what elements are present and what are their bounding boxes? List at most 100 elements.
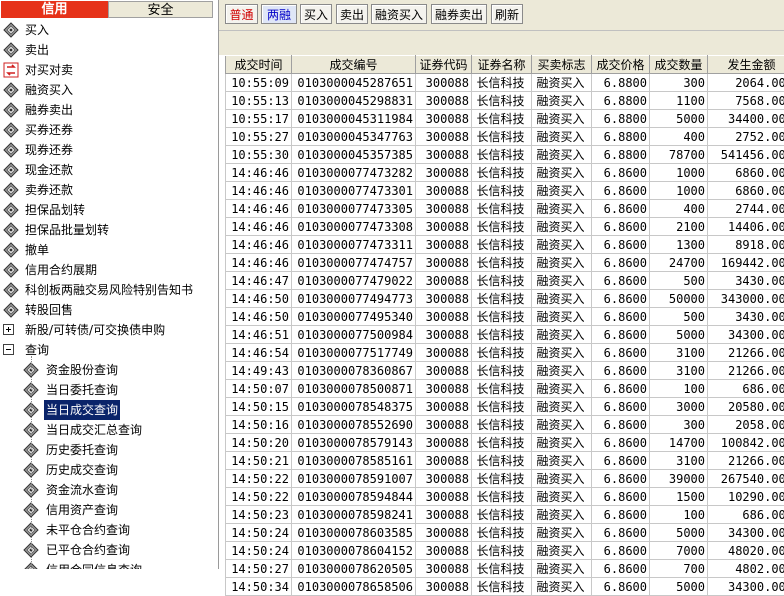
table-row[interactable]: 14:46:460103000077473305300088长信科技融资买入6.… xyxy=(226,200,784,218)
margin-buy-button[interactable]: 融资买入 xyxy=(371,4,427,24)
tree-item-26[interactable]: 已平仓合约查询 xyxy=(0,540,218,560)
tree-item-8[interactable]: 卖券还款 xyxy=(0,180,218,200)
refresh-button[interactable]: 刷新 xyxy=(491,4,523,24)
table-cell: 融资买入 xyxy=(532,452,592,470)
table-cell: 6860.000 xyxy=(708,182,784,200)
table-row[interactable]: 14:46:510103000077500984300088长信科技融资买入6.… xyxy=(226,326,784,344)
tab-credit[interactable]: 信用 xyxy=(1,1,108,18)
table-cell: 10290.000 xyxy=(708,488,784,506)
column-header[interactable]: 成交时间 xyxy=(226,56,292,74)
table-row[interactable]: 14:49:430103000078360867300088长信科技融资买入6.… xyxy=(226,362,784,380)
table-cell: 7568.000 xyxy=(708,92,784,110)
table-cell: 长信科技 xyxy=(472,524,532,542)
table-row[interactable]: 14:50:220103000078594844300088长信科技融资买入6.… xyxy=(226,488,784,506)
tree-item-19[interactable]: 当日成交查询 xyxy=(0,400,218,420)
tree-item-label: 信用合约展期 xyxy=(25,260,97,280)
table-row[interactable]: 14:50:340103000078658506300088长信科技融资买入6.… xyxy=(226,578,784,596)
tree-item-2[interactable]: 对买对卖 xyxy=(0,60,218,80)
table-row[interactable]: 14:46:470103000077479022300088长信科技融资买入6.… xyxy=(226,272,784,290)
table-row[interactable]: 10:55:300103000045357385300088长信科技融资买入6.… xyxy=(226,146,784,164)
column-header[interactable]: 买卖标志 xyxy=(532,56,592,74)
column-header[interactable]: 成交价格 xyxy=(592,56,650,74)
table-row[interactable]: 14:50:240103000078604152300088长信科技融资买入6.… xyxy=(226,542,784,560)
toolbar: 普通两融买入卖出融资买入融券卖出刷新 xyxy=(219,0,784,31)
table-cell: 0103000077473311 xyxy=(292,236,416,254)
tree-item-21[interactable]: 历史委托查询 xyxy=(0,440,218,460)
tree-item-15[interactable]: 新股/可转债/可交换债申购 xyxy=(0,320,218,340)
table-cell: 2058.000 xyxy=(708,416,784,434)
table-row[interactable]: 10:55:090103000045287651300088长信科技融资买入6.… xyxy=(226,74,784,92)
table-row[interactable]: 14:46:460103000077473301300088长信科技融资买入6.… xyxy=(226,182,784,200)
table-cell: 0103000077494773 xyxy=(292,290,416,308)
short-sell-button[interactable]: 融券卖出 xyxy=(431,4,487,24)
table-cell: 长信科技 xyxy=(472,452,532,470)
table-cell: 34300.000 xyxy=(708,524,784,542)
table-row[interactable]: 14:46:460103000077473282300088长信科技融资买入6.… xyxy=(226,164,784,182)
table-cell: 1000 xyxy=(650,182,708,200)
tree-item-25[interactable]: 未平仓合约查询 xyxy=(0,520,218,540)
tree-item-14[interactable]: 转股回售 xyxy=(0,300,218,320)
tree-item-7[interactable]: 现金还款 xyxy=(0,160,218,180)
table-row[interactable]: 14:50:220103000078591007300088长信科技融资买入6.… xyxy=(226,470,784,488)
table-row[interactable]: 10:55:170103000045311984300088长信科技融资买入6.… xyxy=(226,110,784,128)
tab-security[interactable]: 安全 xyxy=(108,1,213,18)
table-cell: 3430.000 xyxy=(708,308,784,326)
margin-mode-button[interactable]: 两融 xyxy=(261,4,297,24)
table-row[interactable]: 14:50:230103000078598241300088长信科技融资买入6.… xyxy=(226,506,784,524)
table-row[interactable]: 14:46:460103000077473311300088长信科技融资买入6.… xyxy=(226,236,784,254)
tree-item-18[interactable]: 当日委托查询 xyxy=(0,380,218,400)
table-row[interactable]: 14:46:500103000077495340300088长信科技融资买入6.… xyxy=(226,308,784,326)
tree-item-23[interactable]: 资金流水查询 xyxy=(0,480,218,500)
tree-item-9[interactable]: 担保品划转 xyxy=(0,200,218,220)
tree-item-27[interactable]: 信用合同信息查询 xyxy=(0,560,218,569)
tree-item-22[interactable]: 历史成交查询 xyxy=(0,460,218,480)
tree-item-1[interactable]: 卖出 xyxy=(0,40,218,60)
table-cell: 3100 xyxy=(650,452,708,470)
column-header[interactable]: 证券代码 xyxy=(416,56,472,74)
table-row[interactable]: 14:50:240103000078603585300088长信科技融资买入6.… xyxy=(226,524,784,542)
tree-item-20[interactable]: 当日成交汇总查询 xyxy=(0,420,218,440)
table-row[interactable]: 14:50:210103000078585161300088长信科技融资买入6.… xyxy=(226,452,784,470)
table-row[interactable]: 14:46:540103000077517749300088长信科技融资买入6.… xyxy=(226,344,784,362)
tree-item-0[interactable]: 买入 xyxy=(0,20,218,40)
column-header[interactable]: 成交编号 xyxy=(292,56,416,74)
table-row[interactable]: 10:55:130103000045298831300088长信科技融资买入6.… xyxy=(226,92,784,110)
table-cell: 1000 xyxy=(650,164,708,182)
tree-item-16[interactable]: 查询 xyxy=(0,340,218,360)
column-header[interactable]: 证券名称 xyxy=(472,56,532,74)
table-cell: 融资买入 xyxy=(532,524,592,542)
tree-item-13[interactable]: 科创板两融交易风险特别告知书 xyxy=(0,280,218,300)
tree-item-24[interactable]: 信用资产查询 xyxy=(0,500,218,520)
table-cell: 300088 xyxy=(416,380,472,398)
table-row[interactable]: 14:50:150103000078548375300088长信科技融资买入6.… xyxy=(226,398,784,416)
table-row[interactable]: 14:46:500103000077494773300088长信科技融资买入6.… xyxy=(226,290,784,308)
table-cell: 14:50:07 xyxy=(226,380,292,398)
tree-item-6[interactable]: 现券还券 xyxy=(0,140,218,160)
column-header[interactable]: 发生金额 xyxy=(708,56,784,74)
tree-item-12[interactable]: 信用合约展期 xyxy=(0,260,218,280)
table-row[interactable]: 14:50:160103000078552690300088长信科技融资买入6.… xyxy=(226,416,784,434)
column-header[interactable]: 成交数量 xyxy=(650,56,708,74)
table-cell: 300088 xyxy=(416,542,472,560)
table-row[interactable]: 14:50:200103000078579143300088长信科技融资买入6.… xyxy=(226,434,784,452)
table-cell: 5000 xyxy=(650,326,708,344)
tree-item-17[interactable]: 资金股份查询 xyxy=(0,360,218,380)
table-cell: 3100 xyxy=(650,362,708,380)
tree-item-4[interactable]: 融券卖出 xyxy=(0,100,218,120)
normal-mode-button[interactable]: 普通 xyxy=(225,4,258,24)
buy-button[interactable]: 买入 xyxy=(300,4,332,24)
table-cell: 融资买入 xyxy=(532,362,592,380)
table-row[interactable]: 14:46:460103000077474757300088长信科技融资买入6.… xyxy=(226,254,784,272)
sell-button[interactable]: 卖出 xyxy=(336,4,368,24)
table-cell: 300088 xyxy=(416,74,472,92)
tree-item-11[interactable]: 撤单 xyxy=(0,240,218,260)
tree-item-5[interactable]: 买券还券 xyxy=(0,120,218,140)
table-row[interactable]: 14:46:460103000077473308300088长信科技融资买入6.… xyxy=(226,218,784,236)
diamond-icon xyxy=(3,82,19,98)
table-row[interactable]: 10:55:270103000045347763300088长信科技融资买入6.… xyxy=(226,128,784,146)
table-cell: 0103000078585161 xyxy=(292,452,416,470)
tree-item-10[interactable]: 担保品批量划转 xyxy=(0,220,218,240)
table-row[interactable]: 14:50:070103000078500871300088长信科技融资买入6.… xyxy=(226,380,784,398)
table-cell: 长信科技 xyxy=(472,254,532,272)
tree-item-3[interactable]: 融资买入 xyxy=(0,80,218,100)
